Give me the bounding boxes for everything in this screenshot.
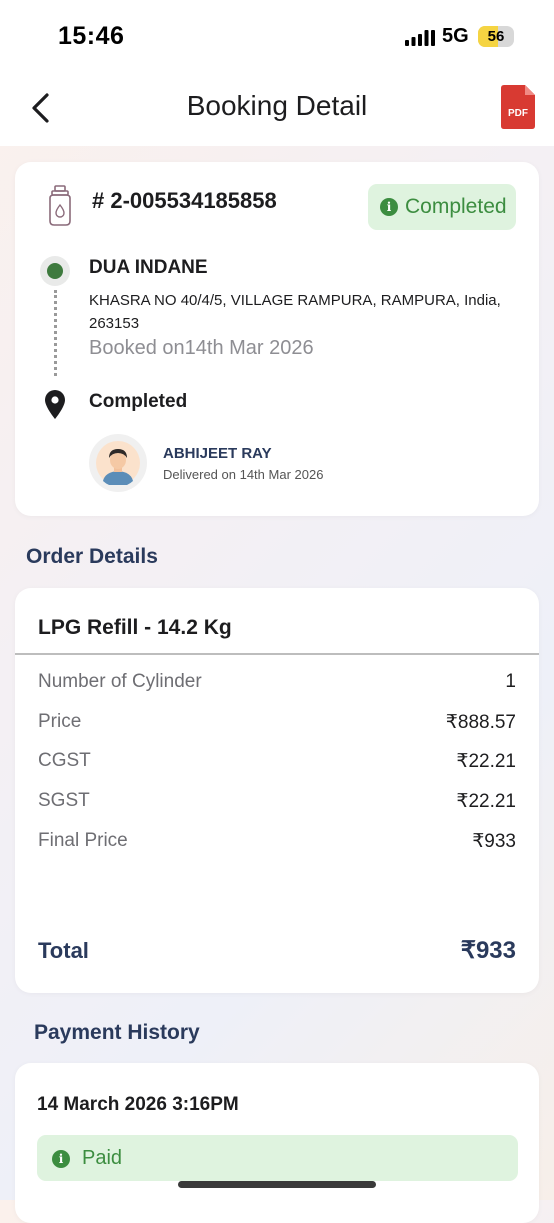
- delivered-on-date: Delivered on 14th Mar 2026: [163, 467, 324, 482]
- payment-status-label: Paid: [82, 1147, 123, 1169]
- status-badge-label: Completed: [405, 195, 507, 218]
- payment-history-heading: Payment History: [34, 1021, 200, 1044]
- status-time: 15:46: [58, 22, 125, 50]
- origin-dot-icon: [47, 263, 63, 279]
- page-title: Booking Detail: [186, 90, 368, 121]
- row-value-cylinders: 1: [505, 671, 516, 692]
- divider: [15, 653, 539, 655]
- delivery-status: Completed: [89, 391, 188, 412]
- row-value-final-price: ₹933: [472, 831, 516, 852]
- row-label-sgst: SGST: [38, 790, 90, 811]
- info-icon: i: [380, 198, 398, 216]
- battery-icon: 56: [478, 26, 514, 47]
- delivery-person-name: ABHIJEET RAY: [163, 445, 272, 462]
- row-value-cgst: ₹22.21: [456, 751, 516, 772]
- battery-level: 56: [487, 28, 505, 45]
- location-pin-icon: [45, 390, 65, 419]
- gas-cylinder-icon: [49, 185, 71, 226]
- booked-on-date: Booked on14th Mar 2026: [89, 337, 314, 359]
- dealer-address: KHASRA NO 40/4/5, VILLAGE RAMPURA, RAMPU…: [89, 292, 501, 332]
- total-label: Total: [38, 938, 89, 963]
- home-indicator[interactable]: [178, 1181, 376, 1188]
- payment-date: 14 March 2026 3:16PM: [37, 1094, 239, 1115]
- timeline-dotted-line: [54, 290, 57, 376]
- dealer-name: DUA INDANE: [89, 257, 208, 278]
- row-value-price: ₹888.57: [445, 712, 516, 733]
- signal-icon: [405, 30, 435, 46]
- info-icon: i: [52, 1150, 70, 1168]
- row-label-price: Price: [38, 711, 82, 732]
- row-value-sgst: ₹22.21: [456, 791, 516, 812]
- pdf-icon-label: PDF: [508, 108, 528, 119]
- row-label-final-price: Final Price: [38, 830, 128, 851]
- network-type: 5G: [442, 25, 469, 47]
- total-value: ₹933: [460, 937, 516, 964]
- row-label-cgst: CGST: [38, 750, 91, 771]
- order-id: # 2-005534185858: [92, 188, 277, 213]
- product-name: LPG Refill - 14.2 Kg: [38, 616, 232, 639]
- pdf-download-icon[interactable]: PDF: [501, 85, 535, 129]
- avatar: [96, 441, 140, 485]
- row-label-cylinders: Number of Cylinder: [38, 671, 202, 692]
- order-details-heading: Order Details: [26, 545, 158, 568]
